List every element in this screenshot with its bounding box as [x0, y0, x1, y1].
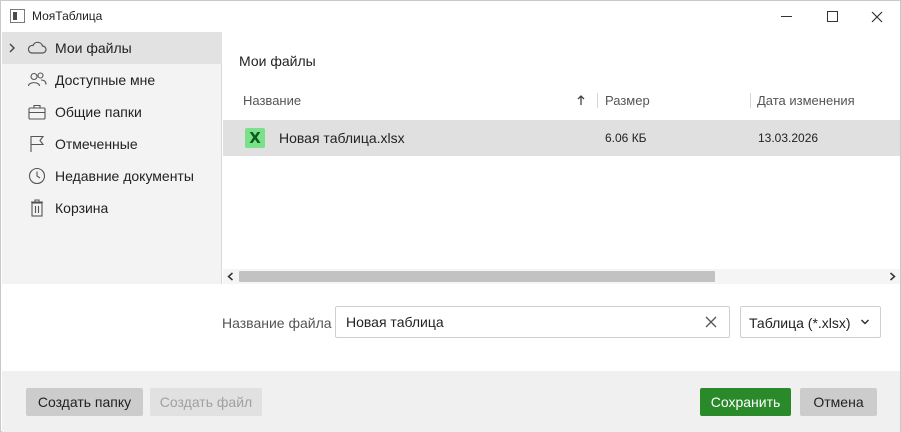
column-header-name[interactable]: Название: [243, 93, 301, 108]
cloud-icon: [27, 41, 47, 54]
create-file-button[interactable]: Создать файл: [150, 388, 262, 416]
scroll-left-icon[interactable]: [227, 272, 234, 281]
clear-icon: [705, 316, 717, 328]
sidebar-item-recent-documents[interactable]: Недавние документы: [2, 160, 222, 192]
close-icon: [871, 11, 883, 22]
column-header-size[interactable]: Размер: [605, 93, 650, 108]
column-header-modified[interactable]: Дата изменения: [757, 93, 855, 108]
chevron-down-icon: [860, 319, 870, 325]
save-dialog-window: МояТаблица Мои файлы Доступные мне Общие…: [0, 0, 901, 432]
save-button[interactable]: Сохранить: [700, 388, 791, 416]
minimize-icon: [780, 16, 792, 17]
clear-filename-button[interactable]: [702, 313, 720, 331]
dialog-footer: Создать папку Создать файл Сохранить Отм…: [2, 371, 900, 432]
sidebar-item-label: Недавние документы: [55, 168, 194, 184]
users-icon: [27, 72, 47, 87]
file-size-cell: 6.06 КБ: [605, 131, 647, 145]
file-modified-cell: 13.03.2026: [758, 131, 819, 145]
maximize-icon: [826, 11, 838, 22]
briefcase-icon: [28, 104, 46, 120]
flag-icon: [30, 135, 45, 152]
sidebar-item-shared-with-me[interactable]: Доступные мне: [2, 64, 222, 96]
file-name-cell: Новая таблица.xlsx: [279, 130, 405, 146]
chevron-right-icon[interactable]: [8, 42, 16, 54]
sort-ascending-icon: [577, 95, 585, 105]
sidebar-item-label: Отмеченные: [55, 136, 138, 152]
window-title: МояТаблица: [32, 9, 103, 23]
xlsx-file-icon: X: [245, 128, 265, 148]
column-divider[interactable]: [750, 93, 751, 108]
file-type-value: Таблица (*.xlsx): [749, 315, 851, 331]
sidebar-item-trash[interactable]: Корзина: [2, 192, 222, 224]
scrollbar-thumb[interactable]: [239, 271, 715, 282]
current-folder-title: Мои файлы: [239, 53, 316, 69]
sidebar-item-shared-folders[interactable]: Общие папки: [2, 96, 222, 128]
sidebar: Мои файлы Доступные мне Общие папки Отме…: [2, 32, 222, 284]
table-row[interactable]: X Новая таблица.xlsx 6.06 КБ 13.03.2026: [223, 120, 900, 156]
minimize-button[interactable]: [763, 1, 809, 32]
sidebar-item-flagged[interactable]: Отмеченные: [2, 128, 222, 160]
filename-row: Название файла Таблица (*.xlsx): [2, 284, 900, 371]
close-button[interactable]: [854, 1, 900, 32]
sidebar-item-my-files[interactable]: Мои файлы: [2, 32, 222, 64]
file-type-select[interactable]: Таблица (*.xlsx): [740, 306, 881, 338]
maximize-button[interactable]: [809, 1, 855, 32]
sidebar-item-label: Общие папки: [55, 104, 142, 120]
horizontal-scrollbar[interactable]: [223, 269, 900, 284]
scroll-right-icon[interactable]: [889, 272, 896, 281]
create-folder-button[interactable]: Создать папку: [26, 388, 143, 416]
filename-label: Название файла: [222, 315, 332, 331]
column-divider[interactable]: [597, 93, 598, 108]
trash-icon: [31, 199, 43, 217]
clock-icon: [28, 167, 46, 185]
app-icon: [10, 9, 25, 23]
sidebar-item-label: Доступные мне: [55, 72, 156, 88]
title-bar: МояТаблица: [1, 1, 900, 32]
filename-input[interactable]: [335, 306, 730, 338]
file-browser: Мои файлы Название Размер Дата изменения…: [223, 32, 900, 284]
sidebar-item-label: Мои файлы: [55, 40, 132, 56]
sidebar-item-label: Корзина: [55, 200, 109, 216]
cancel-button[interactable]: Отмена: [800, 388, 877, 416]
